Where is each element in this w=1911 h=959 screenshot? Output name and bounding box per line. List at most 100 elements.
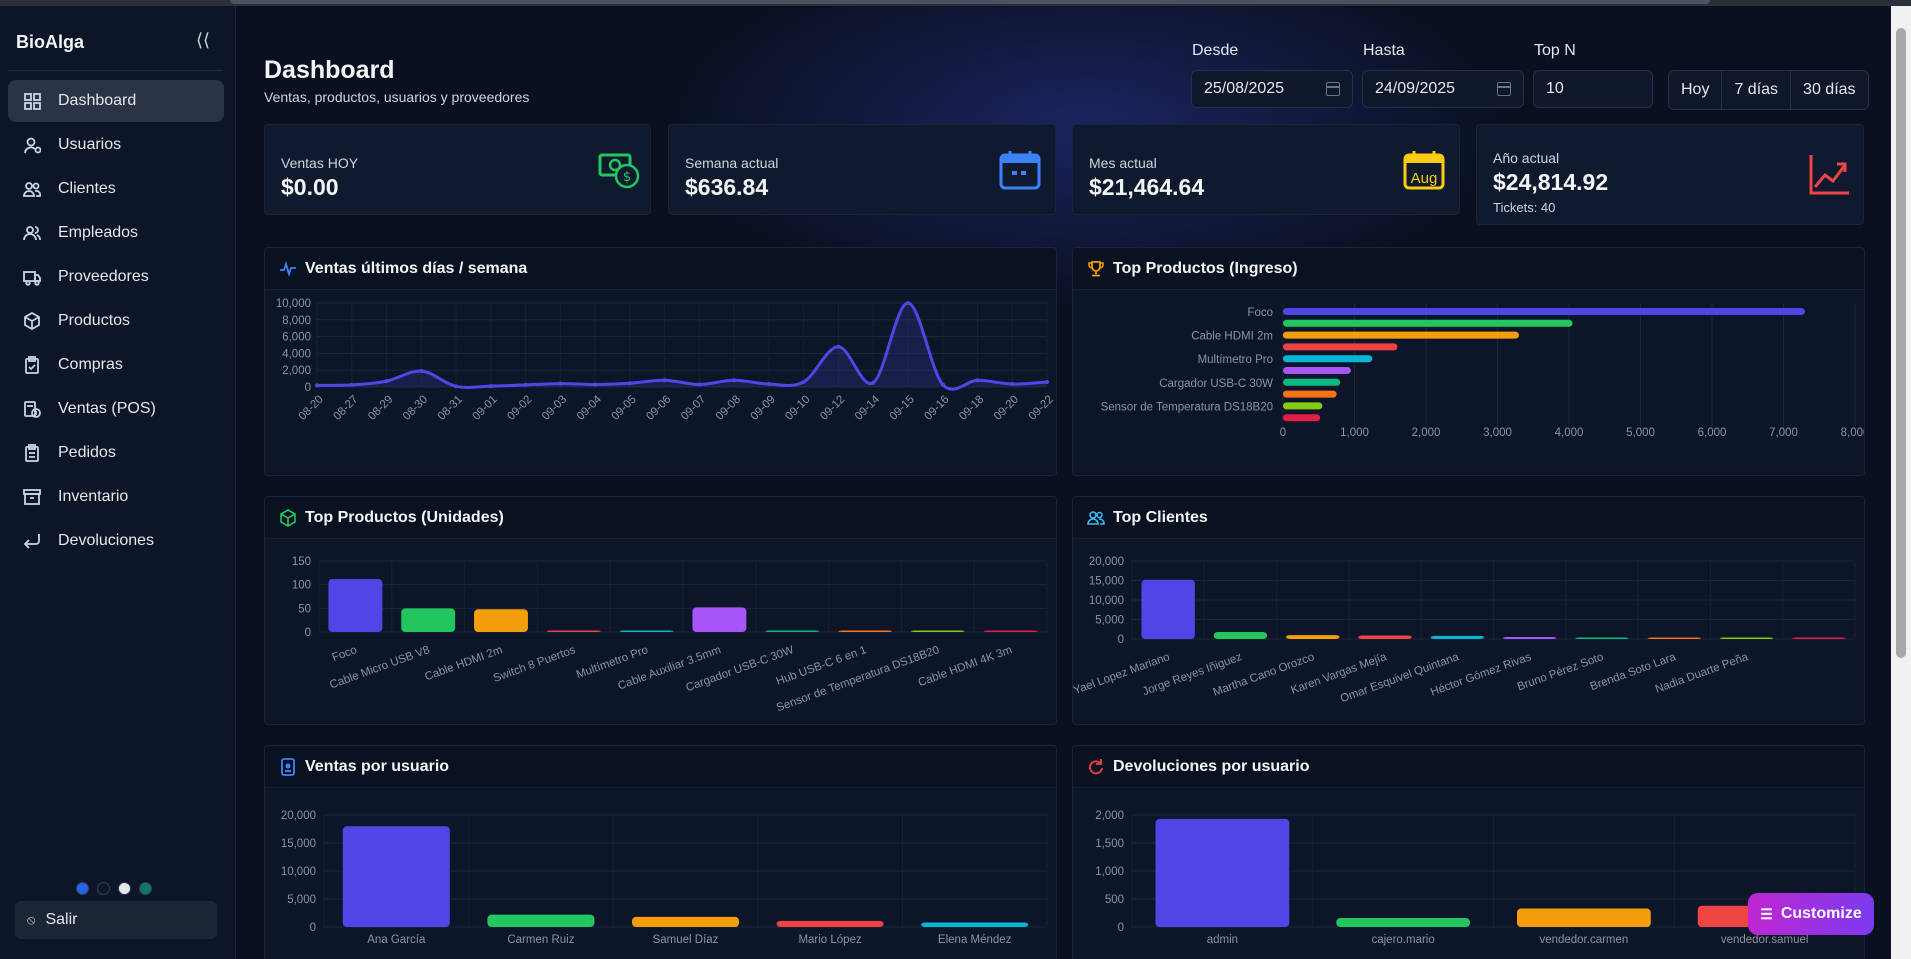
data-point [315, 383, 319, 388]
x-tick-label: 09-14 [853, 393, 883, 423]
y-tick-label: Cable HDMI 2m [1191, 331, 1273, 343]
sidebar-item-usuarios[interactable]: Usuarios [8, 124, 224, 166]
x-tick-label: 09-15 [888, 393, 917, 422]
range-buttons: Hoy 7 días 30 días [1668, 70, 1869, 110]
sidebar-item-productos[interactable]: Productos [8, 300, 224, 342]
truck-icon [22, 267, 42, 287]
data-point [1045, 379, 1049, 384]
bar [1283, 414, 1321, 422]
theme-dot[interactable] [139, 882, 152, 895]
y-tick-label: 150 [292, 556, 311, 568]
scroll-thumb[interactable] [1896, 28, 1906, 658]
sidebar-item-devoluciones[interactable]: Devoluciones [8, 520, 224, 562]
bar [1575, 637, 1629, 639]
x-tick-label: 8,000 [1841, 427, 1865, 439]
sidebar-item-proveedores[interactable]: Proveedores [8, 256, 224, 298]
sales-by-user-chart: 0 5,000 10,000 15,000 20,000 Ana García Carmen… [281, 810, 1048, 946]
sidebar-item-label: Proveedores [58, 268, 149, 285]
vertical-scrollbar[interactable] [1891, 6, 1911, 959]
bar [1283, 343, 1398, 351]
calendar-icon[interactable] [1497, 82, 1511, 96]
x-tick-label: 0 [1280, 427, 1286, 439]
to-label: Hasta [1363, 42, 1405, 59]
theme-dot[interactable] [76, 882, 89, 895]
x-tick-label: 09-16 [922, 393, 951, 422]
bar [487, 914, 595, 927]
sidebar-item-label: Inventario [58, 488, 129, 505]
card-header: Ventas últimos días / semana [265, 248, 1056, 290]
y-tick-label: 5,000 [1095, 615, 1124, 627]
x-tick-label: 09-20 [992, 393, 1021, 422]
topn-value: 10 [1546, 80, 1564, 97]
data-point [662, 378, 667, 383]
y-tick-label: 50 [298, 603, 311, 615]
card-header: Ventas por usuario [265, 746, 1056, 788]
x-tick-label: 09-10 [783, 393, 812, 422]
sidebar-item-pedidos[interactable]: Pedidos [8, 432, 224, 474]
sidebar: BioAlga ⟨⟨ Dashboard Usuarios Clientes Empl… [0, 6, 236, 959]
bar [1283, 367, 1351, 374]
x-tick-label: Foco [330, 644, 358, 664]
trophy-icon [1088, 260, 1104, 276]
data-point [697, 382, 702, 387]
y-tick-label: 10,000 [276, 298, 311, 310]
data-point [384, 379, 389, 384]
bar [1141, 579, 1195, 639]
bar [342, 826, 450, 927]
sidebar-item-empleados[interactable]: Empleados [8, 212, 224, 254]
clipboard-check-icon [22, 355, 42, 375]
x-tick-label: Elena Méndez [938, 934, 1012, 946]
sidebar-item-dashboard[interactable]: Dashboard [8, 80, 224, 122]
range-today-button[interactable]: Hoy [1669, 71, 1723, 109]
user-gear-icon [22, 135, 42, 155]
sidebar-item-inventario[interactable]: Inventario [8, 476, 224, 518]
range-7days-button[interactable]: 7 días [1722, 71, 1792, 109]
card-sales-by-user: Ventas por usuario 0 5,000 10,000 15,000 20,… [264, 745, 1057, 959]
bar [1719, 637, 1774, 639]
sidebar-item-label: Pedidos [58, 444, 116, 461]
logout-button[interactable]: ⦸ Salir [15, 901, 217, 939]
activity-icon [280, 260, 296, 277]
y-tick-label: 500 [1105, 894, 1124, 906]
sidebar-item-label: Ventas (POS) [58, 400, 156, 417]
to-date-input[interactable]: 24/09/2025 [1362, 70, 1524, 108]
refresh-icon [1089, 758, 1103, 774]
sidebar-item-label: Usuarios [58, 136, 122, 153]
x-tick-label: 09-01 [470, 393, 499, 422]
clipboard-list-icon [22, 443, 42, 463]
sidebar-item-ventas-pos[interactable]: Ventas (POS) [8, 388, 224, 430]
data-point [593, 382, 598, 387]
horizontal-scroll-thumb[interactable] [230, 0, 1710, 4]
svg-text:$: $ [623, 170, 631, 185]
bar [910, 630, 965, 632]
collapse-sidebar-icon[interactable]: ⟨⟨ [196, 30, 210, 51]
y-tick-label: 10,000 [1089, 595, 1124, 607]
theme-dot[interactable] [118, 882, 131, 895]
card-title: Devoluciones por usuario [1113, 757, 1310, 775]
data-point [627, 381, 632, 386]
kpi-value: $24,814.92 [1493, 169, 1609, 195]
data-point [488, 384, 493, 389]
bar [1430, 635, 1485, 639]
sidebar-item-label: Clientes [58, 180, 116, 197]
bar [631, 916, 740, 927]
topn-input[interactable]: 10 [1533, 70, 1653, 108]
x-tick-label: 09-22 [1027, 393, 1056, 422]
calendar-icon[interactable] [1326, 82, 1340, 96]
from-date-input[interactable]: 25/08/2025 [1191, 70, 1353, 108]
box-icon [22, 311, 42, 331]
money-icon: $ [598, 153, 640, 189]
sidebar-item-compras[interactable]: Compras [8, 344, 224, 386]
card-top-products-units: Top Productos (Unidades) 0 50 100 150 Foco Ca… [264, 496, 1057, 725]
sidebar-item-label: Empleados [58, 224, 139, 241]
bar [765, 630, 820, 632]
y-tick-label: 100 [292, 580, 311, 592]
theme-dot[interactable] [97, 882, 110, 895]
sidebar-item-clientes[interactable]: Clientes [8, 168, 224, 210]
range-30days-button[interactable]: 30 días [1791, 71, 1867, 109]
page-title: Dashboard [264, 56, 395, 84]
customize-button[interactable]: ☰ Customize [1748, 893, 1874, 935]
card-sales-days: Ventas últimos días / semana 0 2,000 4,000… [264, 247, 1057, 476]
data-point [349, 382, 354, 387]
bar [1285, 635, 1340, 639]
